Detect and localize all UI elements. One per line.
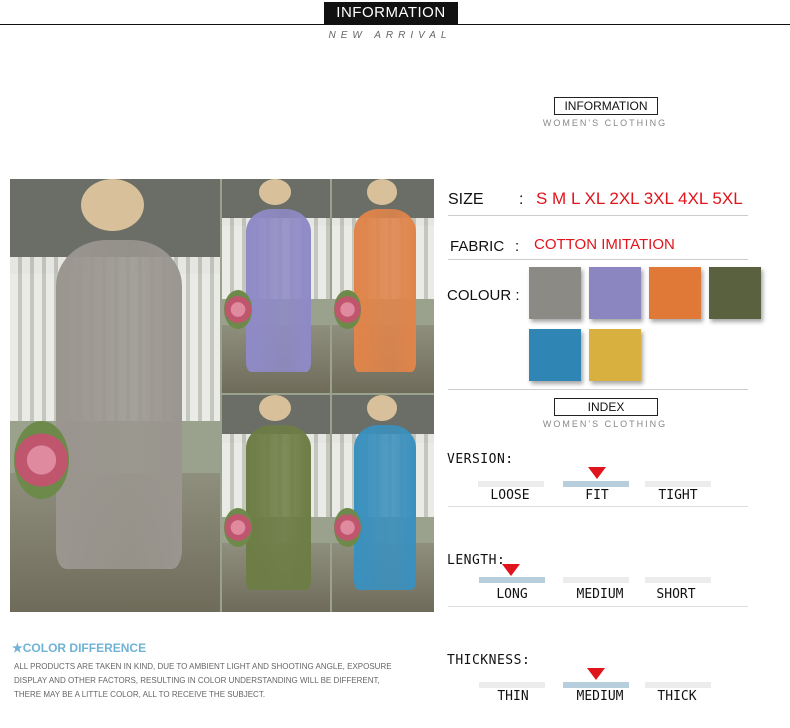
product-photo-green	[222, 395, 330, 612]
thickness-option-thin-bar	[479, 682, 545, 688]
fabric-label: FABRIC	[450, 238, 505, 255]
length-option-short-bar	[645, 577, 711, 583]
colour-swatch-purple[interactable]	[589, 267, 641, 319]
thickness-selected-marker	[587, 668, 605, 680]
fabric-colon: :	[515, 238, 520, 255]
length-option-short: SHORT	[656, 587, 696, 602]
colour-label: COLOUR :	[447, 287, 520, 304]
color-difference-line-2: DISPLAY AND OTHER FACTORS, RESULTING IN …	[14, 676, 380, 685]
product-photo-collage	[10, 179, 434, 612]
divider	[448, 389, 748, 390]
version-selected-marker	[588, 467, 606, 479]
fabric-value: COTTON IMITATION	[534, 236, 675, 253]
size-colon: :	[519, 191, 524, 208]
page-title: INFORMATION	[324, 2, 458, 24]
version-option-loose-bar	[478, 481, 544, 487]
length-selected-marker	[502, 564, 520, 576]
thickness-option-thin: THIN	[497, 689, 529, 704]
thickness-option-medium: MEDIUM	[576, 689, 624, 704]
color-difference-title: ★COLOR DIFFERENCE	[12, 641, 147, 655]
length-option-medium-bar	[563, 577, 629, 583]
version-option-loose: LOOSE	[490, 488, 530, 503]
length-title: LENGTH:	[447, 553, 506, 568]
product-photo-orange	[332, 179, 434, 393]
version-title: VERSION:	[447, 452, 514, 467]
index-section-caption: WOMEN'S CLOTHING	[542, 419, 668, 429]
product-photo-blue	[332, 395, 434, 612]
version-option-fit-bar	[563, 481, 629, 487]
size-label: SIZE	[448, 191, 484, 208]
new-arrival-subtitle: NEW ARRIVAL	[328, 30, 452, 41]
colour-swatch-orange[interactable]	[649, 267, 701, 319]
divider	[448, 606, 748, 607]
thickness-option-thick: THICK	[657, 689, 697, 704]
colour-swatch-yellow[interactable]	[589, 329, 641, 381]
divider	[448, 215, 748, 216]
version-option-tight-bar	[645, 481, 711, 487]
size-value: S M L XL 2XL 3XL 4XL 5XL	[536, 189, 743, 208]
information-section-caption: WOMEN'S CLOTHING	[542, 118, 668, 128]
top-divider	[0, 24, 790, 25]
length-option-long: LONG	[496, 587, 528, 602]
product-photo-gray	[10, 179, 220, 612]
thickness-option-medium-bar	[563, 682, 629, 688]
colour-swatch-gray[interactable]	[529, 267, 581, 319]
thickness-option-thick-bar	[645, 682, 711, 688]
version-option-fit: FIT	[585, 488, 609, 503]
colour-swatch-blue[interactable]	[529, 329, 581, 381]
version-option-tight: TIGHT	[658, 488, 698, 503]
index-section-title: INDEX	[554, 398, 658, 416]
divider	[448, 506, 748, 507]
product-photo-purple	[222, 179, 330, 393]
information-section-title: INFORMATION	[554, 97, 658, 115]
colour-swatch-army-green[interactable]	[709, 267, 761, 319]
color-difference-line-1: ALL PRODUCTS ARE TAKEN IN KIND, DUE TO A…	[14, 662, 392, 671]
color-difference-line-3: THERE MAY BE A LITTLE COLOR, ALL TO RECE…	[14, 690, 266, 699]
length-option-long-bar	[479, 577, 545, 583]
length-option-medium: MEDIUM	[576, 587, 624, 602]
thickness-title: THICKNESS:	[447, 653, 531, 668]
divider	[448, 259, 748, 260]
